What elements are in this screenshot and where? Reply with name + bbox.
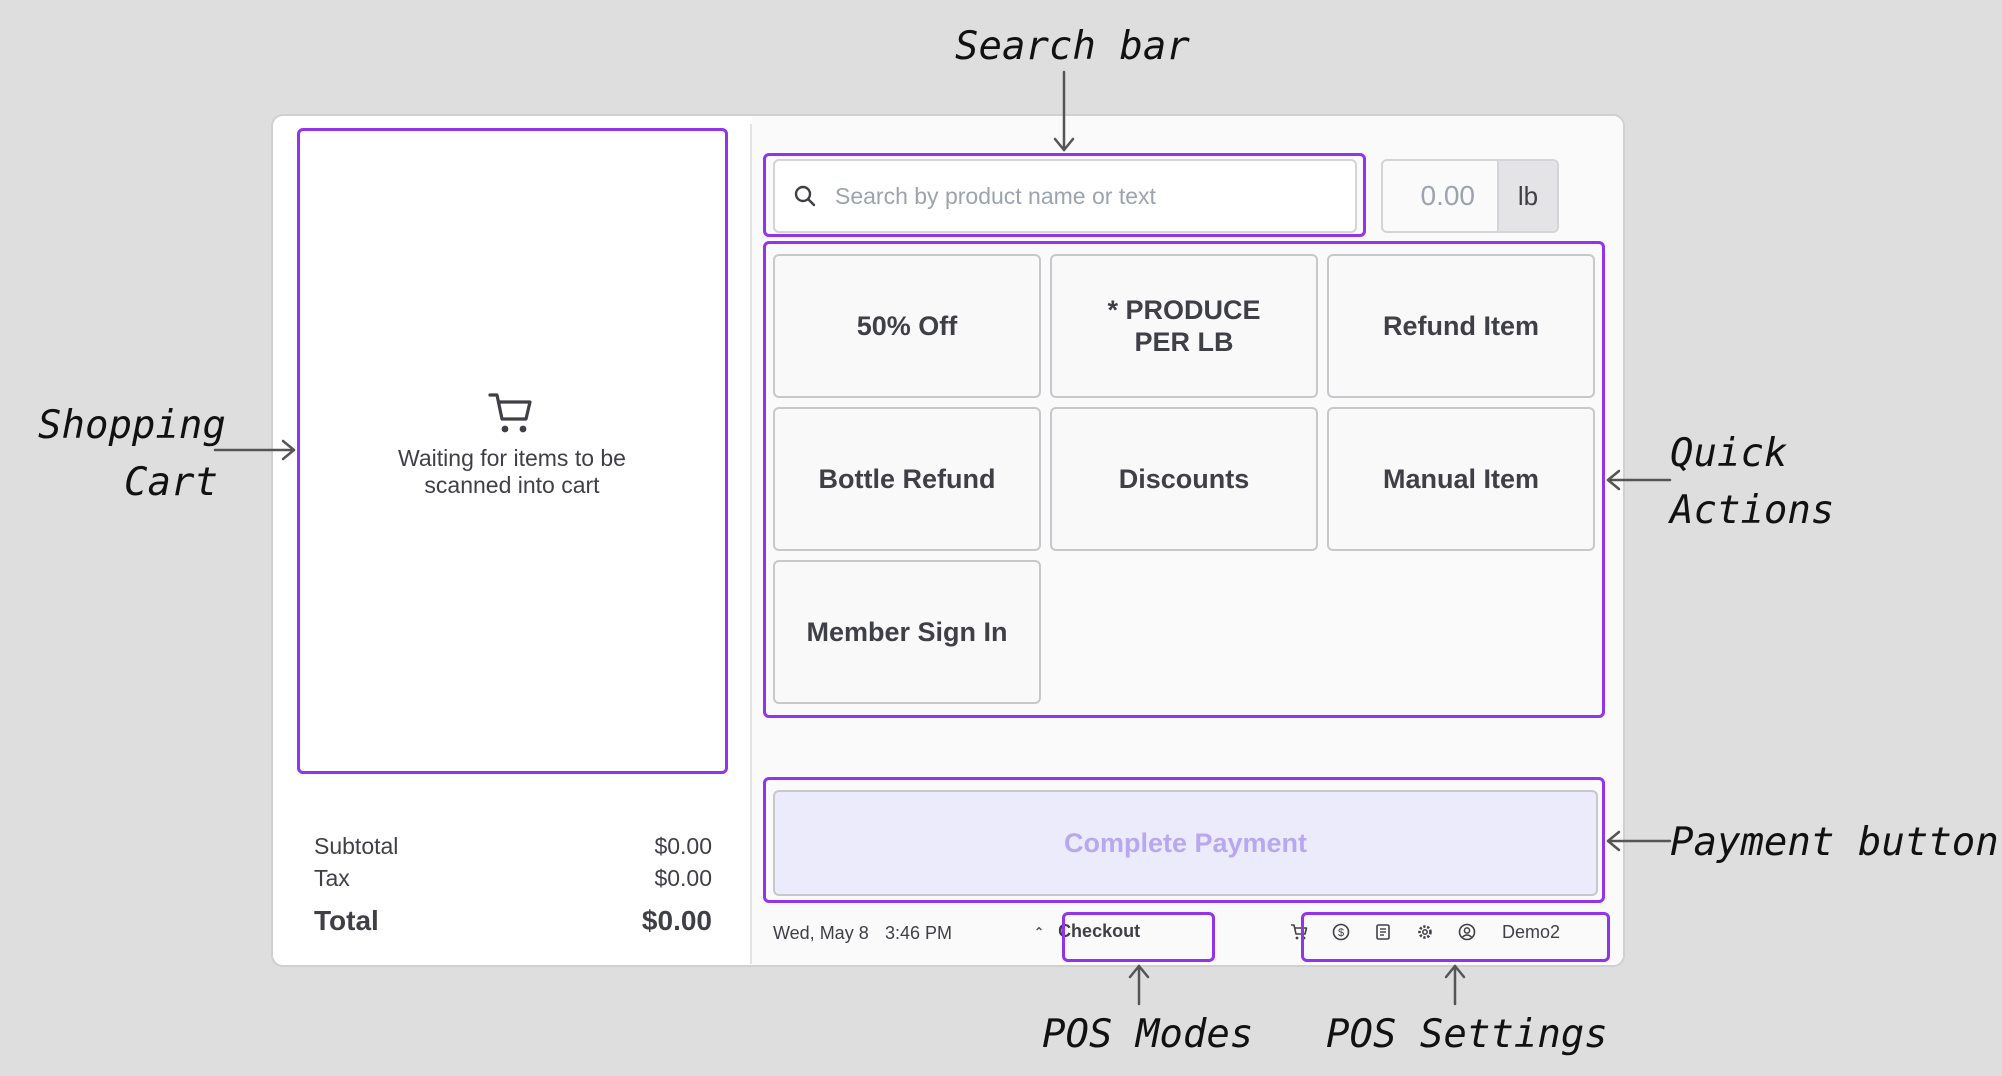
callout-shopping-cart-line2: Cart xyxy=(124,460,218,505)
callout-pos-settings: POS Settings xyxy=(1326,1012,1608,1057)
callout-quick-actions-line2: Actions xyxy=(1670,488,1835,533)
callout-pos-modes: POS Modes xyxy=(1042,1012,1254,1057)
callout-shopping-cart-line1: Shopping xyxy=(38,403,226,448)
callout-payment-button: Payment button xyxy=(1670,820,1999,865)
callout-search-bar: Search bar xyxy=(955,24,1190,69)
callout-quick-actions-line1: Quick xyxy=(1670,431,1788,476)
